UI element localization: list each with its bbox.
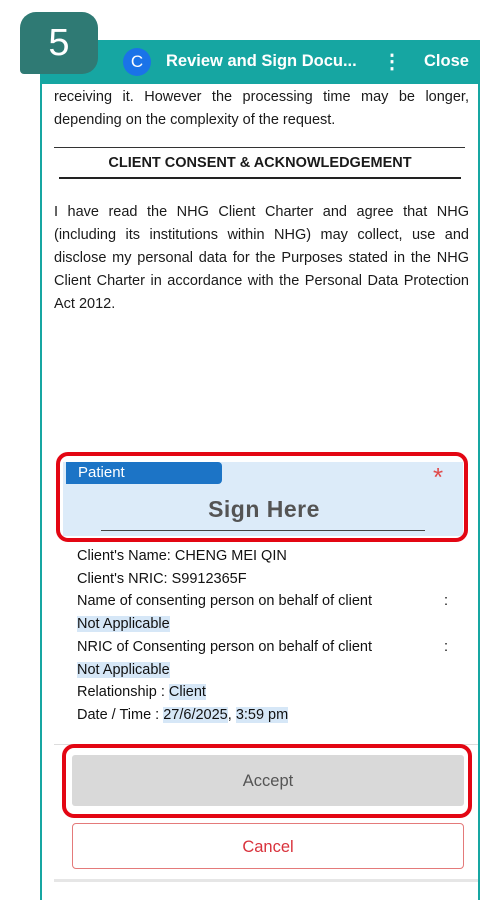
- app-c-icon: C: [123, 48, 151, 76]
- consenting-nric-value: Not Applicable: [77, 661, 170, 678]
- more-options-icon[interactable]: ⋮: [382, 49, 402, 74]
- document-content: receiving it. However the processing tim…: [54, 84, 469, 316]
- consenting-nric-row: NRIC of Consenting person on behalf of c…: [77, 636, 462, 659]
- datetime-row: Date / Time : 27/6/2025, 3:59 pm: [77, 704, 462, 727]
- section-heading: CLIENT CONSENT & ACKNOWLEDGEMENT: [59, 148, 461, 179]
- consenting-name-label: Name of consenting person on behalf of c…: [77, 593, 373, 610]
- relationship-value: Client: [168, 684, 206, 701]
- page-title: Review and Sign Docu...: [166, 52, 357, 70]
- close-button[interactable]: Close: [424, 52, 469, 71]
- consenting-name-value: Not Applicable: [77, 616, 170, 633]
- frame-border-left: [40, 84, 42, 900]
- consenting-nric-value-row: Not Applicable: [77, 659, 462, 682]
- step-number-badge: 5: [20, 12, 98, 74]
- consenting-name-value-row: Not Applicable: [77, 613, 462, 636]
- consent-paragraph: I have read the NHG Client Charter and a…: [54, 204, 469, 312]
- relationship-row: Relationship : Client: [77, 681, 462, 704]
- top-bar: ck C Review and Sign Docu... ⋮ Close: [40, 40, 480, 84]
- client-info: Client's Name: CHENG MEI QIN Client's NR…: [77, 545, 462, 727]
- highlight-outline-accept: [62, 744, 472, 818]
- date-separator: ,: [227, 706, 236, 723]
- time-value: 3:59 pm: [235, 706, 289, 723]
- bottom-shadow: [54, 879, 478, 882]
- datetime-label: Date / Time :: [77, 706, 164, 723]
- consenting-name-row: Name of consenting person on behalf of c…: [77, 590, 462, 613]
- date-value: 27/6/2025: [163, 706, 228, 723]
- relationship-label: Relationship :: [77, 684, 169, 701]
- highlight-outline-signature: [56, 452, 468, 542]
- client-nric: Client's NRIC: S9912365F: [77, 570, 247, 587]
- frame-border-right: [478, 84, 480, 900]
- colon: :: [444, 638, 449, 655]
- document-paragraph: receiving it. However the processing tim…: [54, 89, 469, 128]
- consenting-nric-label: NRIC of Consenting person on behalf of c…: [77, 638, 373, 655]
- colon: :: [444, 593, 449, 610]
- client-name: Client's Name: CHENG MEI QIN: [77, 548, 287, 564]
- cancel-button[interactable]: Cancel: [72, 823, 464, 869]
